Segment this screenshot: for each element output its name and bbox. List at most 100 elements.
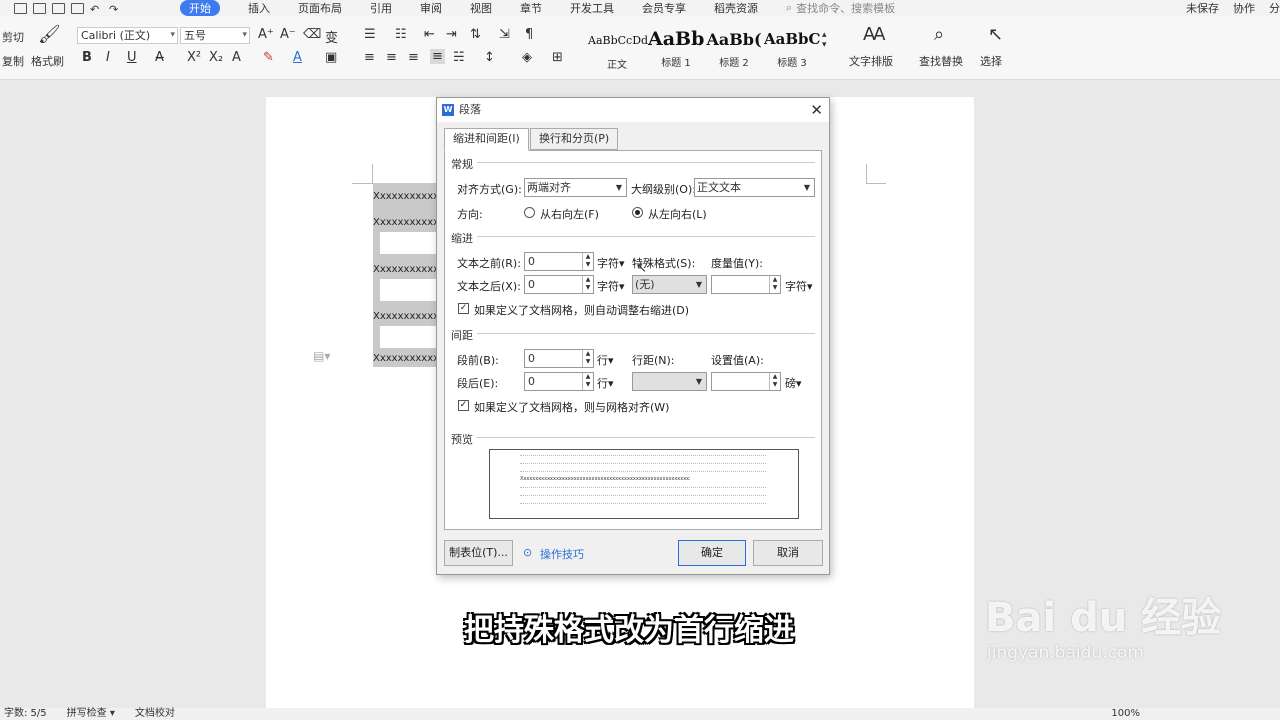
tab-stops-button[interactable]: 制表位(T)... — [444, 540, 513, 566]
clear-format-icon[interactable]: ⌫ — [303, 27, 321, 42]
space-after-unit[interactable]: 行▾ — [597, 375, 614, 391]
spinner-icon[interactable]: ▲ ▼ — [769, 373, 780, 390]
tab-home[interactable]: 开始 — [180, 0, 220, 16]
tab-review[interactable]: 审阅 — [420, 0, 442, 16]
doc-line[interactable]: Xxxxxxxxxxxx — [373, 189, 443, 205]
grow-font-icon[interactable]: A⁺ — [258, 27, 274, 42]
export-icon[interactable] — [33, 2, 46, 14]
space-before-input[interactable]: 0 ▲ ▼ — [524, 349, 594, 368]
doc-line[interactable]: Xxxxxxxxxxxx — [373, 309, 443, 325]
line-spacing-icon[interactable]: ↕ — [484, 50, 495, 65]
ltr-label[interactable]: 从左向右(L) — [648, 206, 707, 222]
doc-check-button[interactable]: 文档校对 — [135, 708, 175, 720]
setting-unit[interactable]: 磅▾ — [785, 375, 802, 391]
spinner-icon[interactable]: ▲ ▼ — [582, 373, 593, 390]
align-right-icon[interactable]: ≡ — [408, 50, 419, 65]
search-icon[interactable]: ⌕ — [786, 1, 792, 15]
show-marks-icon[interactable]: ⇲ — [499, 27, 510, 42]
find-replace-button[interactable]: 查找替换 — [919, 53, 963, 69]
auto-adjust-label[interactable]: 如果定义了文档网格，则自动调整右缩进(D) — [474, 302, 689, 318]
indent-after-unit[interactable]: 字符▾ — [597, 278, 625, 294]
spinner-icon[interactable]: ▲ ▼ — [582, 253, 593, 270]
format-painter-button[interactable]: 格式刷 — [31, 53, 64, 69]
align-justify-icon[interactable]: ≡ — [430, 49, 445, 64]
zoom-level[interactable]: 100% — [1111, 708, 1140, 720]
shading-icon[interactable]: ◈ — [522, 50, 532, 65]
outline-select[interactable]: 正文文本 — [694, 178, 815, 197]
play-icon[interactable]: ⊙ — [523, 546, 532, 559]
rtl-radio[interactable] — [524, 207, 535, 218]
indent-before-input[interactable]: 0 ▲ ▼ — [524, 252, 594, 271]
select-button[interactable]: 选择 — [980, 53, 1002, 69]
tab-page-layout[interactable]: 页面布局 — [298, 0, 342, 16]
paragraph-handle-icon[interactable]: ▤▾ — [313, 349, 330, 363]
tab-references[interactable]: 引用 — [370, 0, 392, 16]
word-count[interactable]: 字数: 5/5 — [4, 708, 47, 720]
text-effect-icon[interactable]: A — [232, 50, 241, 65]
distribute-icon[interactable]: ☵ — [453, 50, 465, 65]
spinner-icon[interactable]: ▲ ▼ — [582, 350, 593, 367]
text-layout-button[interactable]: 文字排版 — [849, 53, 893, 69]
subscript-icon[interactable]: X₂ — [209, 50, 223, 65]
font-name-select[interactable]: Calibri (正文) — [77, 27, 178, 44]
style-heading2[interactable]: AaBb( 标题 2 — [706, 28, 762, 69]
indent-after-input[interactable]: 0 ▲ ▼ — [524, 275, 594, 294]
doc-line[interactable]: Xxxxxxxxxxxx — [373, 351, 443, 367]
indent-before-unit[interactable]: 字符▾ — [597, 255, 625, 271]
tab-section[interactable]: 章节 — [520, 0, 542, 16]
redo-icon[interactable]: ↷ — [109, 3, 122, 16]
cut-button[interactable]: 剪切 — [2, 29, 24, 45]
tips-link[interactable]: 操作技巧 — [540, 546, 584, 562]
measure-unit[interactable]: 字符▾ — [785, 278, 813, 294]
spinner-icon[interactable]: ▲ ▼ — [769, 276, 780, 293]
phonetic-icon[interactable]: 变 — [325, 27, 338, 46]
measure-input[interactable]: ▲ ▼ — [711, 275, 781, 294]
tab-line-page-break[interactable]: 换行和分页(P) — [530, 128, 619, 150]
superscript-icon[interactable]: X² — [187, 50, 201, 65]
decrease-indent-icon[interactable]: ⇤ — [424, 27, 435, 42]
grid-align-checkbox[interactable]: ✓ — [458, 400, 469, 411]
tab-indent-spacing[interactable]: 缩进和间距(I) — [444, 128, 529, 151]
unsaved-status[interactable]: 未保存 — [1186, 0, 1219, 16]
paragraph-mark-icon[interactable]: ¶ — [525, 27, 533, 42]
align-left-icon[interactable]: ≡ — [364, 50, 375, 65]
font-size-select[interactable]: 五号 — [180, 27, 250, 44]
number-list-icon[interactable]: ☷ — [395, 27, 407, 42]
style-normal[interactable]: AaBbCcDd 正文 — [588, 28, 648, 71]
font-color-icon[interactable]: A — [293, 50, 302, 65]
italic-icon[interactable]: I — [106, 50, 110, 65]
print-preview-icon[interactable] — [71, 2, 84, 14]
tab-developer[interactable]: 开发工具 — [570, 0, 614, 16]
char-shading-icon[interactable]: ▣ — [325, 50, 337, 65]
tab-view[interactable]: 视图 — [470, 0, 492, 16]
collab-button[interactable]: 协作 — [1233, 0, 1255, 16]
doc-line[interactable]: Xxxxxxxxxxxx — [373, 215, 443, 231]
share-button[interactable]: 分 — [1269, 0, 1280, 16]
increase-indent-icon[interactable]: ⇥ — [446, 27, 457, 42]
search-command-input[interactable]: 查找命令、搜索模板 — [796, 0, 895, 16]
style-heading1[interactable]: AaBb 标题 1 — [648, 28, 704, 69]
spell-check-toggle[interactable]: 拼写检查 ▾ — [67, 708, 115, 720]
bold-icon[interactable]: B — [82, 50, 92, 65]
copy-button[interactable]: 复制 — [2, 53, 24, 69]
save-icon[interactable] — [14, 2, 27, 14]
tab-insert[interactable]: 插入 — [248, 0, 270, 16]
border-icon[interactable]: ⊞ — [552, 50, 563, 65]
tab-member[interactable]: 会员专享 — [642, 0, 686, 16]
undo-icon[interactable]: ↶ — [90, 3, 103, 16]
highlight-icon[interactable]: ✎ — [263, 50, 274, 65]
sort-icon[interactable]: ⇅ — [470, 27, 481, 42]
spinner-icon[interactable]: ▲ ▼ — [582, 276, 593, 293]
cancel-button[interactable]: 取消 — [753, 540, 823, 566]
strikethrough-icon[interactable]: A̶ — [155, 50, 164, 65]
rtl-label[interactable]: 从右向左(F) — [540, 206, 599, 222]
underline-icon[interactable]: U — [127, 50, 137, 65]
setting-input[interactable]: ▲ ▼ — [711, 372, 781, 391]
special-format-select[interactable]: (无) — [632, 275, 707, 294]
shrink-font-icon[interactable]: A⁻ — [280, 27, 296, 42]
doc-line[interactable]: Xxxxxxxxxxxx — [373, 262, 443, 278]
auto-adjust-checkbox[interactable]: ✓ — [458, 303, 469, 314]
grid-align-label[interactable]: 如果定义了文档网格，则与网格对齐(W) — [474, 399, 669, 415]
align-select[interactable]: 两端对齐 — [524, 178, 627, 197]
styles-more-icon[interactable]: ▴ ▾ — [822, 30, 827, 50]
